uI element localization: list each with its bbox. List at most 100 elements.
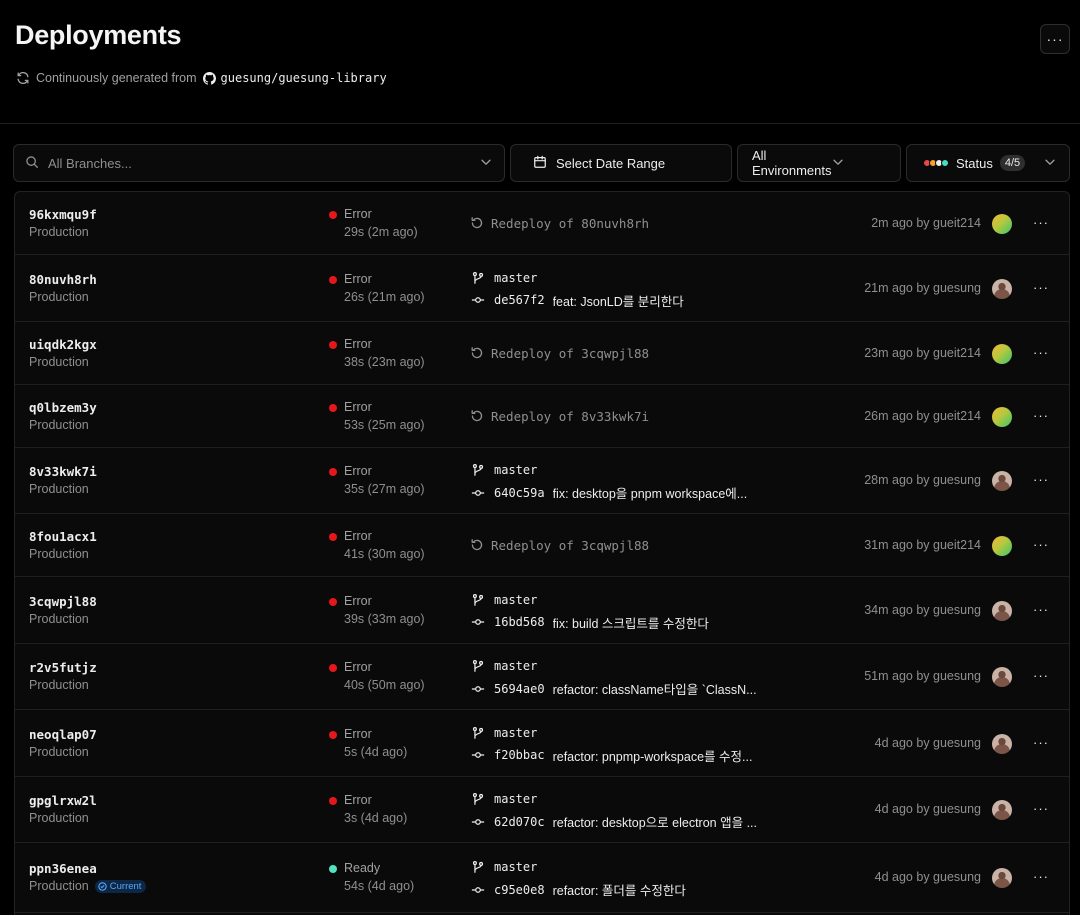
branch-filter[interactable]: All Branches... [13,144,505,182]
avatar[interactable] [992,600,1012,621]
status-dot [329,597,337,606]
commit-info[interactable]: 5694ae0 refactor: className타입을 `ClassN... [470,679,757,698]
redeploy-info[interactable]: Redeploy of 3cqwpjl88 [470,346,649,361]
deployment-row[interactable]: 8fou1acx1 Production Error 41s (30m ago) Red… [15,514,1069,577]
branch-name: master [494,463,538,477]
redeploy-text: Redeploy of 8v33kwk7i [491,408,650,424]
commit-info[interactable]: 640c59a fix: desktop을 pnpm workspace에... [470,483,747,502]
row-more-icon[interactable]: ··· [1031,537,1051,552]
commit-info[interactable]: de567f2 feat: JsonLD를 분리한다 [470,291,684,310]
deployment-id[interactable]: ppn36enea [29,861,97,876]
search-icon [25,155,39,172]
commit-sha: de567f2 [494,293,545,307]
date-range-filter[interactable]: Select Date Range [510,144,732,182]
environment-label: Production [29,678,89,692]
branch-info[interactable]: master [470,792,537,806]
page-title: Deployments [15,20,182,50]
chevron-down-icon [1043,155,1057,172]
row-more-icon[interactable]: ··· [1031,602,1051,617]
deployment-row[interactable]: q0lbzem3y Production Error 53s (25m ago) Red… [15,385,1069,448]
environment-label: Production [29,290,89,304]
avatar[interactable] [992,343,1012,364]
deployment-row[interactable]: 8v33kwk7i Production Error 35s (27m ago) mas… [15,448,1069,514]
deployment-id[interactable]: q0lbzem3y [29,400,97,415]
row-more-icon[interactable]: ··· [1031,472,1051,487]
git-commit-icon [470,748,486,762]
status-count-badge: 4/5 [999,155,1026,171]
row-more-icon[interactable]: ··· [1031,280,1051,295]
status-text: Error [344,660,372,674]
status-filter[interactable]: Status 4/5 [906,144,1070,182]
deployment-id[interactable]: gpglrxw2l [29,793,97,808]
branch-info[interactable]: master [470,271,537,285]
row-more-icon[interactable]: ··· [1031,408,1051,423]
branch-info[interactable]: master [470,593,537,607]
avatar[interactable] [992,278,1012,299]
deployment-row[interactable]: ppn36enea Production Current Ready 54s (4d a… [15,843,1069,913]
environment-name: Production [29,611,89,626]
commit-info[interactable]: 62d070c refactor: desktop으로 electron 앱을 .… [470,812,757,831]
deployment-meta: 4d ago by guesung [874,870,981,884]
avatar[interactable] [992,406,1012,427]
status-label: Status [956,155,993,171]
status-color-dot [941,159,949,167]
row-more-icon[interactable]: ··· [1031,345,1051,360]
deployment-meta: 51m ago by guesung [864,669,981,683]
redeploy-icon [470,346,484,360]
deployment-id[interactable]: r2v5futjz [29,660,97,675]
deployment-row[interactable]: uiqdk2kgx Production Error 38s (23m ago) Red… [15,322,1069,385]
environment-filter[interactable]: All Environments [737,144,901,182]
status-dot [329,403,337,412]
branch-info[interactable]: master [470,860,537,874]
more-options-button[interactable]: ··· [1040,24,1070,54]
row-more-icon[interactable]: ··· [1031,801,1051,816]
deployment-row[interactable]: 96kxmqu9f Production Error 29s (2m ago) Rede… [15,192,1069,255]
branch-name: master [494,860,538,874]
repo-link[interactable]: guesung/guesung-library [221,71,387,85]
header-divider [0,123,1080,124]
commit-info[interactable]: 16bd568 fix: build 스크립트를 수정한다 [470,613,709,632]
commit-message: refactor: pnpmp-workspace를 수정... [552,749,753,764]
deployment-id[interactable]: 96kxmqu9f [29,207,97,222]
deployment-row[interactable]: 3cqwpjl88 Production Error 39s (33m ago) mas… [15,577,1069,644]
status-dot [329,532,337,541]
redeploy-info[interactable]: Redeploy of 80nuvh8rh [470,216,649,231]
branch-info[interactable]: master [470,659,537,673]
row-more-icon[interactable]: ··· [1031,735,1051,750]
avatar[interactable] [992,471,1012,491]
deployment-row[interactable]: 80nuvh8rh Production Error 26s (21m ago) mas… [15,255,1069,322]
deployment-id[interactable]: uiqdk2kgx [29,337,97,352]
git-branch-icon [470,860,486,874]
redeploy-info[interactable]: Redeploy of 3cqwpjl88 [470,538,649,553]
avatar[interactable] [992,733,1012,754]
avatar[interactable] [992,868,1012,888]
commit-message: fix: build 스크립트를 수정한다 [552,616,709,631]
deployment-id[interactable]: neoqlap07 [29,727,97,742]
deployment-id[interactable]: 8fou1acx1 [29,529,97,544]
row-more-icon[interactable]: ··· [1031,668,1051,683]
commit-info[interactable]: f20bbac refactor: pnpmp-workspace를 수정... [470,746,752,765]
deployment-id[interactable]: 8v33kwk7i [29,464,97,479]
row-more-icon[interactable]: ··· [1031,869,1051,884]
build-duration: 38s (23m ago) [344,354,425,369]
environment-label: Production [29,811,89,825]
avatar[interactable] [992,800,1012,820]
build-duration: 54s (4d ago) [344,879,415,893]
commit-info[interactable]: c95e0e8 refactor: 폴더를 수정한다 [470,880,686,899]
more-icon: ··· [1046,31,1064,47]
commit-message: feat: JsonLD를 분리한다 [552,294,684,309]
deployment-meta: 4d ago by guesung [874,735,981,750]
branch-info[interactable]: master [470,463,537,477]
deployment-row[interactable]: gpglrxw2l Production Error 3s (4d ago) maste… [15,777,1069,843]
deployment-id[interactable]: 3cqwpjl88 [29,594,97,609]
avatar[interactable] [992,667,1012,687]
row-more-icon[interactable]: ··· [1031,215,1051,230]
avatar[interactable] [992,535,1012,556]
avatar[interactable] [992,213,1012,234]
deployment-row[interactable]: r2v5futjz Production Error 40s (50m ago) mas… [15,644,1069,710]
deployment-row[interactable]: neoqlap07 Production Error 5s (4d ago) maste… [15,710,1069,777]
branch-info[interactable]: master [470,726,537,740]
git-commit-icon [470,615,486,629]
redeploy-info[interactable]: Redeploy of 8v33kwk7i [470,409,649,424]
deployment-id[interactable]: 80nuvh8rh [29,272,97,287]
